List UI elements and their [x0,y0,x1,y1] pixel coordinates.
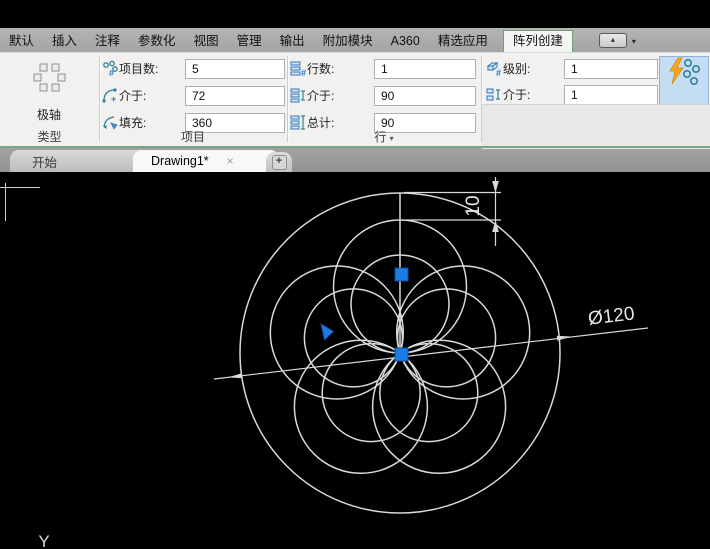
ribbon-cutoff-area [482,104,710,149]
levels-count-input[interactable] [564,59,658,79]
rows-between-icon [290,87,307,104]
rows-panel-expand-icon[interactable]: ▾ [390,134,394,143]
svg-text:#: # [301,68,306,77]
ribbon: 极轴 类型 # 项目数: [0,52,710,148]
tab-annotate[interactable]: 注释 [86,30,129,52]
svg-text:+: + [111,94,116,104]
items-count-input[interactable] [185,59,285,79]
levels-count-label: 级别: [503,60,530,77]
dimension-diameter[interactable] [214,328,648,379]
tab-view[interactable]: 视图 [185,30,228,52]
svg-text:#: # [496,68,501,77]
rows-between-input[interactable] [374,86,476,106]
levels-between-label: 介于: [503,86,530,103]
file-tab-drawing1[interactable]: Drawing1* × [133,150,279,172]
rows-count-label: 行数: [307,60,334,77]
new-drawing-tab-button[interactable]: + [266,152,292,172]
ucs-y-axis-label: Y [38,532,49,549]
file-tab-drawing1-label: Drawing1* [151,154,209,168]
ribbon-minimize-dropdown-icon[interactable]: ▾ [632,37,636,46]
file-tab-bar: 开始 Drawing1* × + [0,147,710,172]
associative-icon [666,76,702,93]
rows-count-input[interactable] [374,59,476,79]
grip-item-base[interactable] [395,268,408,281]
dimension-10-text: 10 [463,195,484,216]
items-count-label: 项目数: [119,60,158,77]
autocad-window: 默认 插入 注释 参数化 视图 管理 输出 附加模块 A360 精选应用 阵列创… [0,0,710,549]
contextual-tab-highlight-line [0,146,710,148]
ribbon-minimize-button[interactable]: ▴ [599,33,627,48]
tab-default[interactable]: 默认 [0,30,43,52]
tab-insert[interactable]: 插入 [43,30,86,52]
tab-manage[interactable]: 管理 [228,30,271,52]
items-between-input[interactable] [185,86,285,106]
items-between-icon: + [102,87,119,104]
title-bar [0,0,710,28]
polar-array-type-label: 极轴 [14,106,84,123]
panel-rows: # 行数: 介于: [287,53,481,148]
rows-between-label: 介于: [307,87,334,104]
section-label-rows[interactable]: 行 ▾ [287,128,481,145]
grip-arrow-triangle[interactable] [321,324,334,340]
svg-text:#: # [109,68,114,77]
items-between-label: 介于: [119,87,146,104]
rows-count-icon: # [290,60,307,77]
dimension-diameter-text: Ø120 [587,303,636,329]
section-label-type: 类型 [0,128,99,145]
crosshair-cursor [0,183,40,221]
grip-array-center[interactable] [395,348,408,361]
items-count-icon: # [102,60,119,77]
file-tab-close-icon[interactable]: × [227,154,234,168]
panel-type: 极轴 类型 [0,53,99,148]
ribbon-tab-bar: 默认 插入 注释 参数化 视图 管理 输出 附加模块 A360 精选应用 阵列创… [0,28,710,52]
dimension-10[interactable] [404,177,501,246]
tab-featured-apps[interactable]: 精选应用 [429,30,497,52]
plus-icon: + [272,155,287,170]
drawing-canvas[interactable]: 10 Ø120 Y [0,172,710,549]
levels-between-input[interactable] [564,85,658,105]
levels-between-icon [486,86,503,103]
tab-addins[interactable]: 附加模块 [314,30,382,52]
tab-array-creation[interactable]: 阵列创建 [503,30,573,52]
polar-array-type-button[interactable]: 极轴 [14,59,84,131]
polar-array-icon [27,86,71,103]
file-tab-start[interactable]: 开始 [10,150,150,172]
section-label-items[interactable]: 项目 [99,128,287,145]
tab-parametric[interactable]: 参数化 [129,30,185,52]
levels-count-icon: # [486,60,503,77]
panel-items: # 项目数: + 介于: [99,53,287,148]
tab-a360[interactable]: A360 [382,30,429,52]
tab-output[interactable]: 输出 [271,30,314,52]
